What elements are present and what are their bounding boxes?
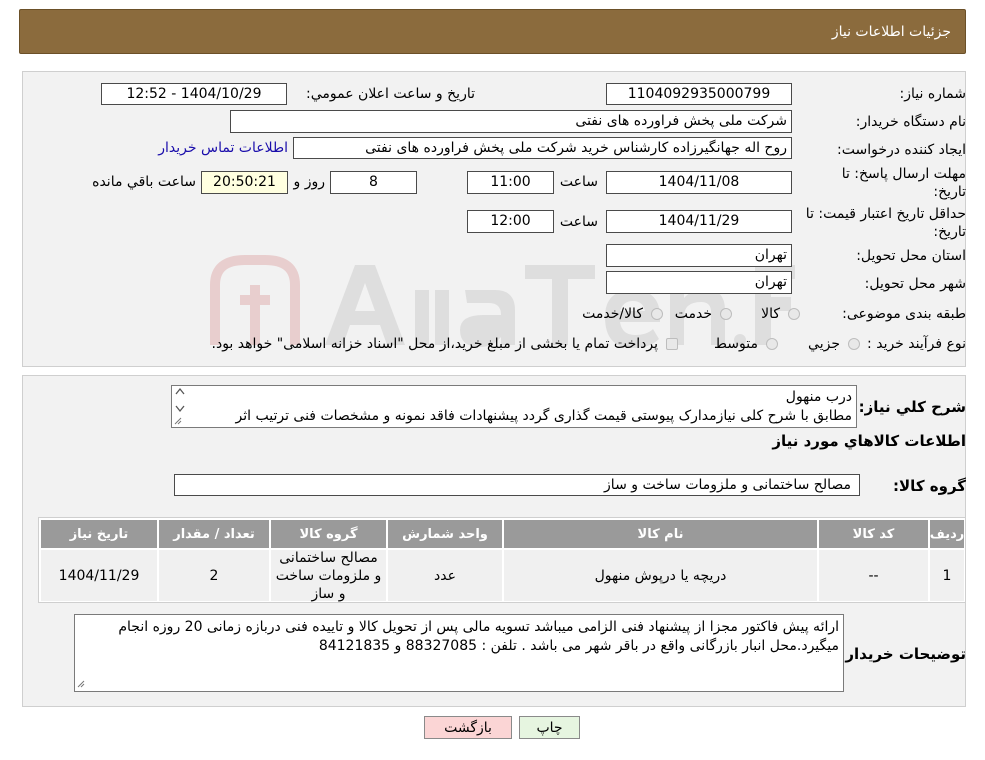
print-button[interactable]: چاپ xyxy=(519,716,580,739)
buyer-notes-line2: میگیرد.محل انبار بازرگانی واقع در باقر ش… xyxy=(318,638,839,654)
need-number-field: 1104092935000799 xyxy=(606,83,792,105)
deadline-label-line1: مهلت ارسال پاسخ: تا xyxy=(841,166,966,182)
page-title: جزئیات اطلاعات نیاز xyxy=(831,24,951,40)
notes-resize-grip-icon[interactable] xyxy=(77,680,85,688)
category-label: طبقه بندی موضوعی: xyxy=(842,306,966,322)
announce-datetime-field: 1404/10/29 - 12:52 xyxy=(101,83,287,105)
table-row-cell-goods-name: دریچه یا درپوش منهول xyxy=(504,550,817,601)
purchase-radio-minor[interactable] xyxy=(848,338,860,350)
scroll-down-arrow-icon[interactable] xyxy=(175,405,185,413)
table-header-goods-code: کد کالا xyxy=(819,520,928,548)
table-row-cell-goods-code: -- xyxy=(819,550,928,601)
category-option-goods-service: کالا/خدمت xyxy=(582,306,643,322)
days-label: روز و xyxy=(293,174,326,190)
general-desc-label: شرح کلي نياز: xyxy=(858,398,966,416)
table-header-quantity: تعداد / مقدار xyxy=(159,520,269,548)
province-label: استان محل تحويل: xyxy=(856,248,966,264)
buyer-org-field: شرکت ملی پخش فراورده های نفتی xyxy=(230,110,792,133)
purchase-radio-medium[interactable] xyxy=(766,338,778,350)
general-desc-textarea[interactable]: درب منهول مطابق با شرح کلی نیازمدارک پیو… xyxy=(171,385,857,428)
category-option-goods: کالا xyxy=(761,306,780,322)
remaining-time-label: ساعت باقي مانده xyxy=(92,174,196,190)
buyer-notes-label: توضيحات خريدار: xyxy=(839,645,966,663)
validity-time-field: 12:00 xyxy=(467,210,554,233)
deadline-time-label: ساعت xyxy=(559,174,598,190)
validity-label-line2: تاريخ: xyxy=(933,224,966,240)
table-header-unit: واحد شمارش xyxy=(388,520,502,548)
purchase-treasury-note: پرداخت تمام يا بخشی از مبلغ خريد،از محل … xyxy=(211,336,658,352)
goods-group-label: گروه کالا: xyxy=(893,477,966,495)
city-label: شهر محل تحويل: xyxy=(864,276,966,292)
deadline-time-field: 11:00 xyxy=(467,171,554,194)
city-field: تهران xyxy=(606,271,792,294)
table-header-goods-name: نام کالا xyxy=(504,520,817,548)
province-field: تهران xyxy=(606,244,792,267)
back-button[interactable]: بازگشت xyxy=(424,716,512,739)
category-option-service: خدمت xyxy=(674,306,712,322)
days-remaining-field: 8 xyxy=(330,171,417,194)
validity-time-label: ساعت xyxy=(559,214,598,230)
table-row-cell-row-number: 1 xyxy=(930,550,964,601)
buyer-notes-line1: ارائه پیش فاکتور مجزا از پیشنهاد فنی الز… xyxy=(118,619,839,635)
deadline-date-field: 1404/11/08 xyxy=(606,171,792,194)
announce-datetime-label: تاریخ و ساعت اعلان عمومي: xyxy=(306,86,475,102)
buyer-contact-link[interactable]: اطلاعات تماس خريدار xyxy=(158,140,288,156)
table-row-cell-need-date: 1404/11/29 xyxy=(41,550,157,601)
general-desc-line2: مطابق با شرح کلی نیازمدارک پیوستی قیمت گ… xyxy=(235,408,852,424)
purchase-type-label: نوع فرآيند خريد : xyxy=(867,336,966,352)
table-row-cell-unit: عدد xyxy=(388,550,502,601)
buyer-org-label: نام دستگاه خريدار: xyxy=(855,114,966,130)
table-header-row-number: رديف xyxy=(930,520,964,548)
deadline-label-line2: تاريخ: xyxy=(933,184,966,200)
page-header: جزئیات اطلاعات نیاز xyxy=(19,9,966,54)
remaining-time-field: 20:50:21 xyxy=(201,171,288,194)
items-section-title: اطلاعات کالاهاي مورد نياز xyxy=(772,432,966,450)
creator-field: روح اله جهانگیرزاده کارشناس خرید شرکت مل… xyxy=(293,137,792,159)
table-row-cell-goods-group: مصالح ساختمانی و ملزومات ساخت و ساز xyxy=(271,550,386,602)
purchase-checkbox-treasury[interactable] xyxy=(666,338,678,350)
goods-group-field: مصالح ساختمانی و ملزومات ساخت و ساز xyxy=(174,474,860,496)
scroll-up-arrow-icon[interactable] xyxy=(175,387,185,395)
creator-label: ايجاد کننده درخواست: xyxy=(837,142,966,158)
validity-label-line1: حداقل تاريخ اعتبار قيمت: تا xyxy=(805,206,966,222)
category-radio-service[interactable] xyxy=(720,308,732,320)
category-radio-goods[interactable] xyxy=(788,308,800,320)
purchase-option-medium: متوسط xyxy=(714,336,758,352)
validity-date-field: 1404/11/29 xyxy=(606,210,792,233)
buyer-notes-textarea[interactable]: ارائه پیش فاکتور مجزا از پیشنهاد فنی الز… xyxy=(74,614,844,692)
purchase-option-minor: جزيي xyxy=(808,336,840,352)
category-radio-goods-service[interactable] xyxy=(651,308,663,320)
textarea-resize-grip-icon[interactable] xyxy=(174,417,182,425)
table-row-cell-quantity: 2 xyxy=(159,550,269,601)
table-header-need-date: تاريخ نياز xyxy=(41,520,157,548)
need-number-label: شماره نیاز: xyxy=(899,86,967,102)
table-header-goods-group: گروه کالا xyxy=(271,520,386,548)
general-desc-line1: درب منهول xyxy=(785,389,852,405)
